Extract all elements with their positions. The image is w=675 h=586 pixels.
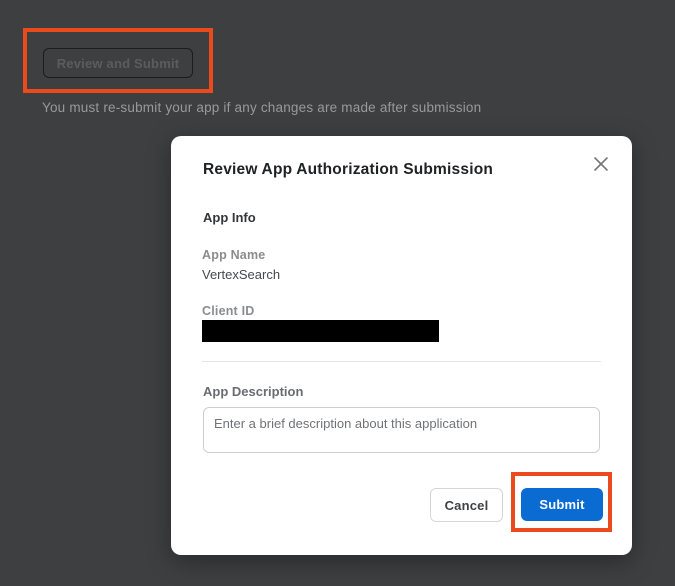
app-name-value: VertexSearch: [202, 267, 280, 282]
modal-title: Review App Authorization Submission: [203, 161, 493, 179]
client-id-redacted-value: [202, 320, 439, 342]
section-divider: [202, 361, 601, 362]
submit-button[interactable]: Submit: [521, 488, 603, 521]
app-description-input[interactable]: [203, 407, 600, 453]
close-button[interactable]: [590, 153, 612, 175]
cancel-button[interactable]: Cancel: [430, 488, 503, 522]
close-icon: [592, 155, 610, 173]
app-info-heading: App Info: [203, 210, 256, 225]
app-name-label: App Name: [202, 248, 265, 262]
screen-dimmed-overlay: Review and Submit You must re-submit you…: [0, 0, 675, 586]
review-submission-modal: Review App Authorization Submission App …: [171, 136, 632, 555]
app-description-label: App Description: [203, 384, 303, 399]
resubmit-helper-text: You must re-submit your app if any chang…: [42, 100, 542, 115]
review-and-submit-button[interactable]: Review and Submit: [43, 48, 193, 78]
client-id-label: Client ID: [202, 304, 255, 318]
